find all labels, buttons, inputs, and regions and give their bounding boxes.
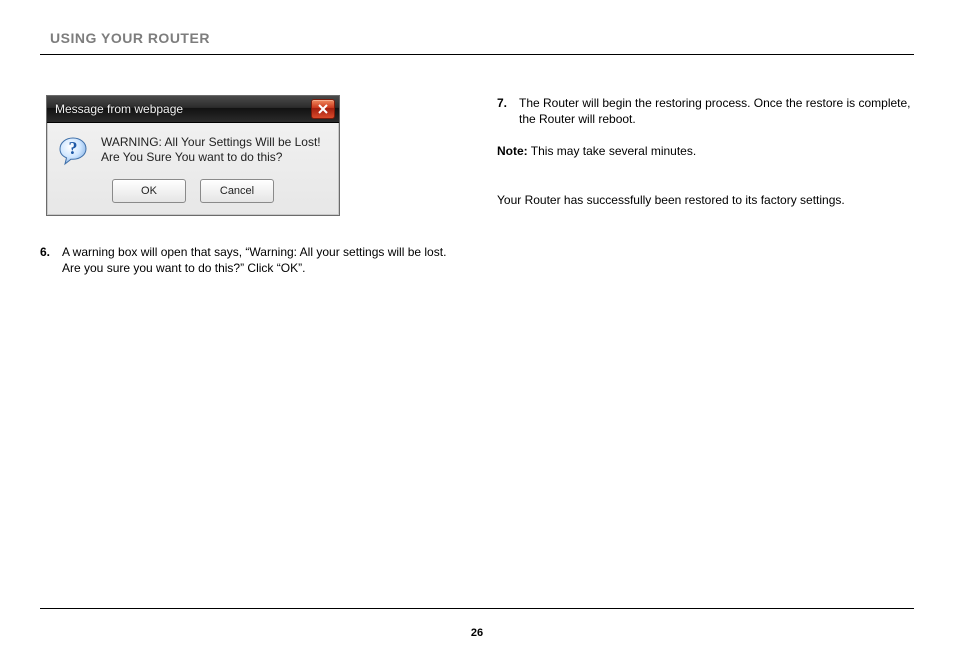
note: Note: This may take several minutes. — [497, 143, 914, 159]
note-text: This may take several minutes. — [528, 144, 697, 158]
right-column: 7. The Router will begin the restoring p… — [497, 95, 914, 292]
step-6-text: A warning box will open that says, “Warn… — [62, 244, 457, 276]
document-page: USING YOUR ROUTER Message from webpage — [0, 0, 954, 669]
cancel-button[interactable]: Cancel — [200, 179, 274, 203]
step-6-number: 6. — [40, 244, 62, 276]
dialog-button-row: OK Cancel — [47, 173, 339, 215]
left-column: Message from webpage — [40, 95, 457, 292]
ok-button[interactable]: OK — [112, 179, 186, 203]
dialog-message-line1: WARNING: All Your Settings Will be Lost! — [101, 135, 321, 150]
dialog-close-button[interactable] — [311, 99, 335, 119]
page-number: 26 — [0, 627, 954, 639]
dialog-message-line2: Are You Sure You want to do this? — [101, 150, 321, 165]
svg-text:?: ? — [69, 138, 78, 158]
divider-bottom — [40, 608, 914, 609]
close-icon — [318, 104, 328, 114]
dialog-title: Message from webpage — [55, 102, 183, 116]
dialog-message: WARNING: All Your Settings Will be Lost!… — [101, 135, 321, 165]
dialog-titlebar: Message from webpage — [47, 96, 339, 123]
step-6: 6. A warning box will open that says, “W… — [40, 244, 457, 276]
section-title: USING YOUR ROUTER — [50, 30, 914, 46]
step-7: 7. The Router will begin the restoring p… — [497, 95, 914, 127]
confirmation-text: Your Router has successfully been restor… — [497, 192, 914, 208]
divider-top — [40, 54, 914, 55]
step-7-number: 7. — [497, 95, 519, 127]
question-icon: ? — [57, 135, 89, 167]
step-7-text: The Router will begin the restoring proc… — [519, 95, 914, 127]
dialog-body: ? WARNING: All Your Settings Will be Los… — [47, 123, 339, 173]
content-columns: Message from webpage — [40, 95, 914, 292]
warning-dialog: Message from webpage — [46, 95, 340, 216]
note-label: Note: — [497, 144, 528, 158]
